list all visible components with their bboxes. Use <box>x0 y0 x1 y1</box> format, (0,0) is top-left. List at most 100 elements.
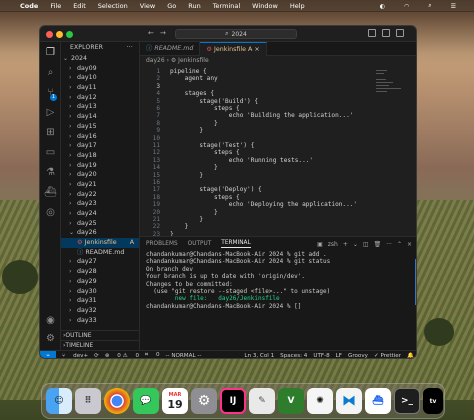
folder-item[interactable]: › day31 <box>61 296 139 306</box>
tab-problems[interactable]: PROBLEMS <box>146 241 178 247</box>
toggle-sidebar-icon[interactable] <box>368 29 376 37</box>
folder-item[interactable]: › day18 <box>61 151 139 161</box>
run-debug-icon[interactable]: ▷ <box>44 106 57 118</box>
more-actions-icon[interactable]: ··· <box>386 241 392 248</box>
launchpad-icon[interactable]: ⠿ <box>75 388 101 414</box>
file-item[interactable]: ⚙ Jenkinsfile A <box>61 238 139 248</box>
folder-item[interactable]: › day32 <box>61 306 139 316</box>
status-icon[interactable]: ◐ <box>380 3 385 10</box>
arrow-right-icon[interactable]: → <box>160 29 166 37</box>
finder-icon[interactable]: ☺ <box>46 388 72 414</box>
terminal-icon[interactable]: >_ <box>394 388 420 414</box>
folder-item[interactable]: › day25 <box>61 219 139 229</box>
chrome-icon[interactable] <box>104 388 130 414</box>
menu-item-file[interactable]: File <box>50 2 61 10</box>
docker-icon[interactable]: ⛴ <box>365 388 391 414</box>
menu-item-selection[interactable]: Selection <box>98 2 128 10</box>
minimize-window-button[interactable] <box>56 31 63 38</box>
messages-icon[interactable]: 💬 <box>133 388 159 414</box>
folder-item[interactable]: › day20 <box>61 170 139 180</box>
folder-item[interactable]: › day12 <box>61 93 139 103</box>
tab-output[interactable]: OUTPUT <box>188 241 212 247</box>
settings-gear-icon[interactable]: ⚙ <box>44 332 57 344</box>
folder-item[interactable]: › day13 <box>61 102 139 112</box>
account-icon[interactable]: ◉ <box>44 314 57 326</box>
github-icon[interactable]: ◎ <box>44 206 57 218</box>
menu-item-run[interactable]: Run <box>188 2 200 10</box>
cursor-position[interactable]: Ln 3, Col 1 <box>244 353 274 358</box>
indentation[interactable]: Spaces: 4 <box>280 353 307 358</box>
notifications-icon[interactable]: 🔔 <box>407 353 414 358</box>
kill-terminal-icon[interactable]: 🗑 <box>374 241 382 248</box>
language-mode[interactable]: Groovy <box>348 353 368 358</box>
more-actions-icon[interactable]: ··· <box>127 42 133 54</box>
branch-indicator[interactable]: ⑂ dev+ <box>62 353 88 359</box>
folder-item[interactable]: › day16 <box>61 132 139 142</box>
notes-icon[interactable]: ✎ <box>249 388 275 414</box>
chatgpt-icon[interactable]: ✺ <box>307 388 333 414</box>
extensions-icon[interactable]: ⊞ <box>44 126 57 138</box>
folder-item[interactable]: › day19 <box>61 161 139 171</box>
prettier-status[interactable]: ✓ Prettier <box>374 353 401 358</box>
calendar-icon[interactable]: MAR 19 <box>162 388 188 414</box>
folder-item[interactable]: › day33 <box>61 316 139 326</box>
menu-item-help[interactable]: Help <box>290 2 305 10</box>
tab-readme[interactable]: ⓘ README.md <box>140 42 201 56</box>
breadcrumb[interactable]: day26 › ⚙ Jenkinsfile <box>140 56 416 66</box>
menu-item-view[interactable]: View <box>140 2 155 10</box>
system-settings-icon[interactable]: ⚙ <box>191 388 217 414</box>
terminal-shell-name[interactable]: zsh <box>328 241 338 248</box>
search-icon[interactable]: ⌕ <box>428 2 431 10</box>
tab-terminal[interactable]: TERMINAL <box>221 240 251 248</box>
folder-item[interactable]: › day27 <box>61 257 139 267</box>
encoding[interactable]: UTF-8 <box>313 353 329 358</box>
remote-indicator-icon[interactable]: ⌁ <box>40 350 56 358</box>
close-icon[interactable]: × <box>407 241 412 248</box>
apple-tv-icon[interactable]: tv <box>423 388 443 414</box>
split-terminal-icon[interactable]: ◫ <box>363 241 369 248</box>
folder-item[interactable]: › day28 <box>61 267 139 277</box>
end-of-line[interactable]: LF <box>336 353 342 358</box>
folder-item[interactable]: › day09 <box>61 64 139 74</box>
folder-item[interactable]: › day11 <box>61 83 139 93</box>
explorer-icon[interactable]: ❐ <box>44 46 57 58</box>
file-item[interactable]: ⓘ README.md <box>61 248 139 258</box>
folder-item[interactable]: › day30 <box>61 287 139 297</box>
folder-item[interactable]: › day22 <box>61 190 139 200</box>
search-icon[interactable]: ⌕ <box>44 66 57 78</box>
folder-root[interactable]: ⌄ 2024 <box>61 54 139 64</box>
arrow-left-icon[interactable]: ← <box>148 29 154 37</box>
sync-icon[interactable]: ⟳ <box>94 353 99 359</box>
timeline-section[interactable]: ›TIMELINE <box>61 340 140 350</box>
menu-item-terminal[interactable]: Terminal <box>213 2 240 10</box>
folder-item[interactable]: › day23 <box>61 199 139 209</box>
minimap[interactable] <box>376 68 404 118</box>
control-center-icon[interactable]: ☰ <box>451 3 456 10</box>
zoom-window-button[interactable] <box>66 31 73 38</box>
command-center-search[interactable]: ⌕ 2024 <box>175 29 297 39</box>
terminal-scrollbar[interactable] <box>415 259 416 305</box>
remote-explorer-icon[interactable]: ▭ <box>44 146 57 158</box>
chevron-down-icon[interactable]: ⌄ <box>353 241 358 248</box>
folder-item[interactable]: › day21 <box>61 180 139 190</box>
wifi-icon[interactable]: ◠ <box>404 3 409 10</box>
problems-indicator[interactable]: ⊗ 0 ⚠ 0 <box>105 353 139 359</box>
folder-item[interactable]: › day15 <box>61 122 139 132</box>
folder-item[interactable]: › day14 <box>61 112 139 122</box>
folder-item[interactable]: › day17 <box>61 141 139 151</box>
folder-item[interactable]: › day24 <box>61 209 139 219</box>
vim-icon[interactable]: V <box>278 388 304 414</box>
maximize-panel-icon[interactable]: ⌃ <box>397 241 402 248</box>
folder-item[interactable]: › day29 <box>61 277 139 287</box>
toggle-panel-icon[interactable] <box>382 29 390 37</box>
close-window-button[interactable] <box>46 31 53 38</box>
folder-item[interactable]: ⌄ day26 <box>61 228 139 238</box>
menu-item-go[interactable]: Go <box>167 2 176 10</box>
testing-icon[interactable]: ⚗ <box>44 166 57 178</box>
terminal-output[interactable]: chandankumar@Chandans-MacBook-Air 2024 %… <box>140 251 416 310</box>
menu-item-edit[interactable]: Edit <box>73 2 86 10</box>
code-editor[interactable]: 1 pipeline {2 agent any 3 4 stages {5 stage… <box>140 66 416 238</box>
tab-jenkinsfile[interactable]: ⚙ Jenkinsfile A × <box>200 42 267 56</box>
menu-item-window[interactable]: Window <box>252 2 278 10</box>
toggle-secondary-sidebar-icon[interactable] <box>396 29 404 37</box>
